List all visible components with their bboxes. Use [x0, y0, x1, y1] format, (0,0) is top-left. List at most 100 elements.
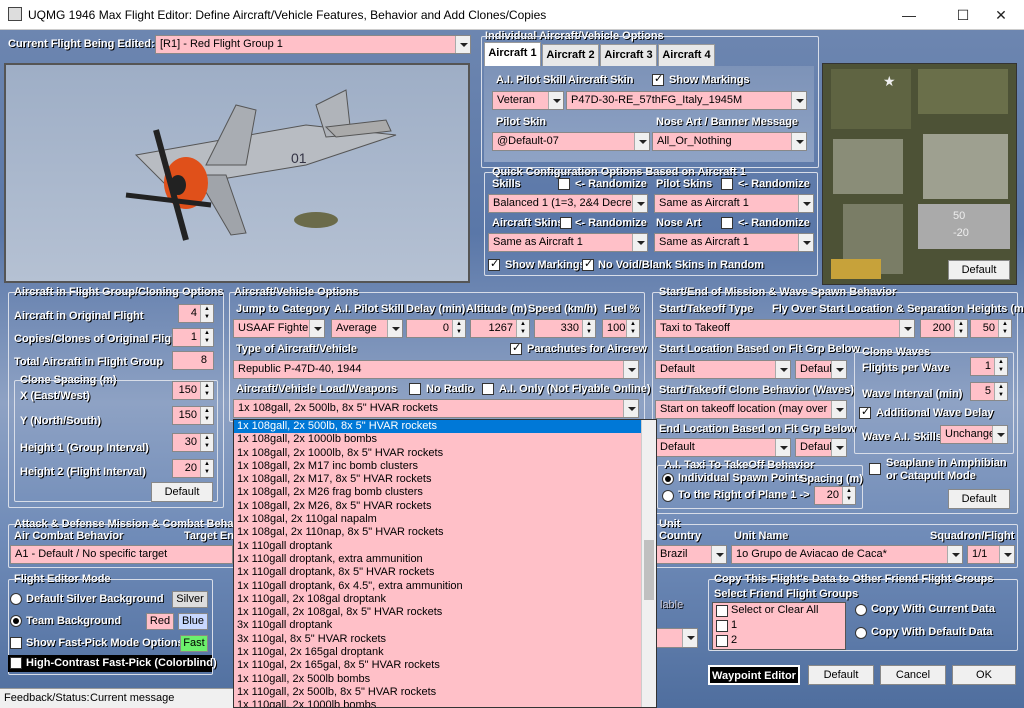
chevron-down-icon[interactable]: [798, 234, 813, 251]
nose-art-select[interactable]: All_Or_Nothing: [652, 132, 807, 151]
fpw-stepper[interactable]: 1 ▲ ▼: [970, 357, 1008, 376]
loadout-option[interactable]: 1x 110gall droptank: [234, 540, 656, 553]
tab-aircraft-3[interactable]: Aircraft 3: [600, 44, 657, 66]
spin-icon[interactable]: ▲ ▼: [516, 320, 529, 337]
loadout-option[interactable]: 1x 108gal, 2x 110gal napalm: [234, 513, 656, 526]
no-void-checkbox[interactable]: [582, 257, 594, 271]
friend-groups-list[interactable]: Select or Clear All 1 2: [712, 602, 846, 650]
loadout-option[interactable]: 1x 110gal, 2x 165gal droptank: [234, 646, 656, 659]
loadout-option[interactable]: 1x 110gall droptank, extra ammunition: [234, 553, 656, 566]
blue-button[interactable]: Blue: [178, 613, 208, 630]
hidden-select[interactable]: [656, 628, 698, 648]
chevron-down-icon[interactable]: [831, 439, 846, 456]
close-button[interactable]: ✕: [978, 0, 1024, 30]
chevron-down-icon[interactable]: [632, 195, 647, 212]
squadron-select[interactable]: 1/1: [967, 545, 1015, 564]
spin-icon[interactable]: ▲ ▼: [954, 320, 967, 337]
spin-icon[interactable]: ▲ ▼: [200, 434, 213, 451]
h1-stepper[interactable]: 30 ▲ ▼: [172, 433, 214, 452]
add-delay-checkbox[interactable]: [859, 405, 871, 419]
pilot-skins-select[interactable]: Same as Aircraft 1: [654, 194, 814, 213]
jump-select[interactable]: USAAF Fighter: [233, 319, 325, 338]
unit-name-select[interactable]: 1o Grupo de Aviacao de Caca*: [731, 545, 963, 564]
loadout-option[interactable]: 1x 108gall, 2x M17 inc bomb clusters: [234, 460, 656, 473]
spin-icon[interactable]: ▲ ▼: [626, 320, 639, 337]
takeoff-select[interactable]: Taxi to Takeoff: [655, 319, 915, 338]
indiv-spawn-radio[interactable]: [662, 473, 674, 485]
type-select[interactable]: Republic P-47D-40, 1944: [233, 360, 639, 379]
aircraft-skins-randomize-checkbox[interactable]: [560, 217, 572, 229]
silver-button[interactable]: Silver: [172, 591, 208, 608]
x-stepper[interactable]: 150 ▲ ▼: [172, 381, 214, 400]
aircraft-skins-select[interactable]: Same as Aircraft 1: [488, 233, 648, 252]
loadout-option[interactable]: 1x 108gall, 2x M26 frag bomb clusters: [234, 486, 656, 499]
loadout-option[interactable]: 1x 108gall, 2x 1000lb, 8x 5" HVAR rocket…: [234, 447, 656, 460]
loadout-option[interactable]: 1x 108gal, 2x 110nap, 8x 5" HVAR rockets: [234, 526, 656, 539]
spin-icon[interactable]: ▲ ▼: [200, 305, 213, 322]
speed-stepper[interactable]: 330 ▲ ▼: [534, 319, 596, 338]
silver-bg-radio[interactable]: [10, 593, 22, 605]
load-select[interactable]: 1x 108gall, 2x 500lb, 8x 5" HVAR rockets: [233, 399, 639, 418]
chevron-down-icon[interactable]: [791, 92, 806, 109]
spin-icon[interactable]: ▲ ▼: [200, 329, 213, 346]
original-stepper[interactable]: 4 ▲ ▼: [178, 304, 214, 323]
minimize-button[interactable]: —: [886, 0, 932, 30]
nose-art-quick-select[interactable]: Same as Aircraft 1: [654, 233, 814, 252]
fast-opts-checkbox[interactable]: [10, 637, 22, 649]
show-markings-checkbox[interactable]: [652, 72, 664, 86]
taxi-spacing-stepper[interactable]: 20 ▲ ▼: [814, 486, 856, 505]
copies-stepper[interactable]: 1 ▲ ▼: [172, 328, 214, 347]
waypoint-editor-button[interactable]: Waypoint Editor: [708, 665, 800, 685]
h2-stepper[interactable]: 20 ▲ ▼: [172, 459, 214, 478]
loadout-option[interactable]: 3x 110gal, 8x 5" HVAR rockets: [234, 633, 656, 646]
chevron-down-icon[interactable]: [548, 92, 563, 109]
loadout-option[interactable]: 1x 110gal, 2x 165gal, 8x 5" HVAR rockets: [234, 659, 656, 672]
spin-icon[interactable]: ▲ ▼: [842, 487, 855, 504]
chevron-down-icon[interactable]: [455, 36, 470, 53]
chevron-down-icon[interactable]: [791, 133, 806, 150]
high-contrast-checkbox[interactable]: [10, 657, 22, 669]
right-of-plane-radio[interactable]: [662, 490, 674, 502]
chevron-down-icon[interactable]: [999, 546, 1014, 563]
spin-icon[interactable]: ▲ ▼: [994, 383, 1007, 400]
altitude-stepper[interactable]: 1267 ▲ ▼: [470, 319, 530, 338]
copy-current-radio[interactable]: [855, 604, 867, 616]
flyover-h2-stepper[interactable]: 50 ▲ ▼: [970, 319, 1012, 338]
ai-only-checkbox[interactable]: [482, 383, 494, 395]
startloc-select[interactable]: Default: [655, 360, 791, 379]
scrollbar-thumb[interactable]: [644, 540, 654, 600]
scrollbar[interactable]: [641, 420, 656, 707]
spin-icon[interactable]: ▲ ▼: [452, 320, 465, 337]
spin-icon[interactable]: ▲ ▼: [200, 382, 213, 399]
loadout-option[interactable]: 1x 110gall, 2x 108gal, 8x 5" HVAR rocket…: [234, 606, 656, 619]
clear-all-checkbox[interactable]: [716, 605, 728, 617]
current-flight-select[interactable]: [R1] - Red Flight Group 1: [155, 35, 471, 54]
parachutes-checkbox[interactable]: [510, 341, 522, 355]
start-default-button[interactable]: Default: [948, 489, 1010, 509]
loadout-option[interactable]: 1x 110gall, 2x 108gal droptank: [234, 593, 656, 606]
pilot-skill-select[interactable]: Veteran: [492, 91, 564, 110]
loadout-option[interactable]: 3x 110gall droptank: [234, 619, 656, 632]
spin-icon[interactable]: ▲ ▼: [200, 407, 213, 424]
tab-aircraft-2[interactable]: Aircraft 2: [542, 44, 599, 66]
skills-select[interactable]: Balanced 1 (1=3, 2&4 Decre: [488, 194, 648, 213]
aircraft-skin-select[interactable]: P47D-30-RE_57thFG_Italy_1945M: [566, 91, 807, 110]
group-2-checkbox[interactable]: [716, 635, 728, 647]
no-radio-checkbox[interactable]: [409, 383, 421, 395]
behavior-select[interactable]: A1 - Default / No specific target: [10, 545, 233, 564]
copy-default-radio[interactable]: [855, 627, 867, 639]
ai-skill-select[interactable]: Average: [331, 319, 403, 338]
tab-aircraft-4[interactable]: Aircraft 4: [658, 44, 715, 66]
loadout-option[interactable]: 1x 110gall droptank, 8x 5" HVAR rockets: [234, 566, 656, 579]
default-button[interactable]: Default: [808, 665, 874, 685]
skin-default-button[interactable]: Default: [948, 260, 1010, 280]
spin-icon[interactable]: ▲ ▼: [998, 320, 1011, 337]
ok-button[interactable]: OK: [952, 665, 1016, 685]
chevron-down-icon[interactable]: [309, 320, 324, 337]
loadout-option[interactable]: 1x 110gall, 2x 500lb, 8x 5" HVAR rockets: [234, 686, 656, 699]
chevron-down-icon[interactable]: [798, 195, 813, 212]
spin-icon[interactable]: ▲ ▼: [200, 460, 213, 477]
chevron-down-icon[interactable]: [711, 546, 726, 563]
pilot-skin-select[interactable]: @Default-07: [492, 132, 650, 151]
chevron-down-icon[interactable]: [992, 426, 1007, 443]
